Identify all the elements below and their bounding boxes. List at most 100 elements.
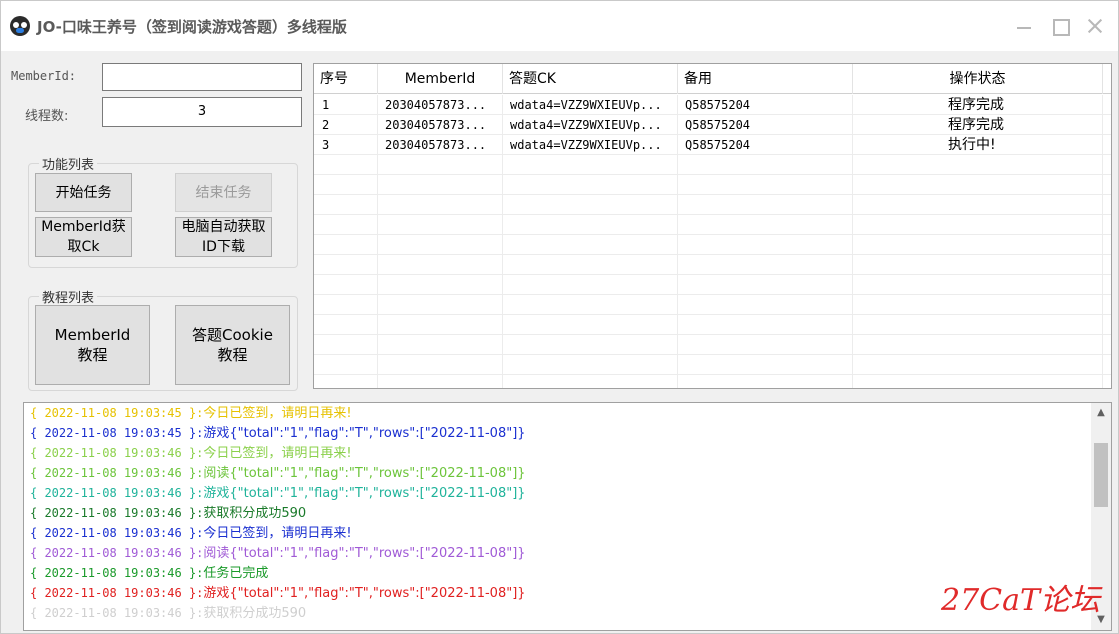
watermark: 27CaT论坛 — [941, 583, 1101, 618]
scroll-up-icon[interactable]: ▲ — [1091, 403, 1111, 423]
grid-cell-index — [314, 375, 378, 388]
function-list-title: 功能列表 — [39, 154, 98, 173]
column-header-member-id[interactable]: MemberId — [378, 64, 503, 94]
column-header-answer-ck[interactable]: 答题CK — [503, 64, 678, 94]
close-icon[interactable] — [1083, 14, 1107, 38]
table-row[interactable]: 3 20304057873... wdata4=VZZ9WXIEUVp... Q585… — [314, 135, 1111, 155]
grid-cell-index — [314, 255, 378, 275]
log-message: 获取积分成功590 — [203, 606, 307, 621]
grid-cell-answer-ck — [503, 315, 678, 335]
grid-cell-answer-ck — [503, 275, 678, 295]
grid-cell-backup — [678, 355, 853, 375]
get-ck-button[interactable]: MemberId获 取Ck — [35, 217, 132, 257]
log-message: 阅读{"total":"1","flag":"T","rows":["2022-… — [203, 546, 526, 561]
log-message: 今日已签到，请明日再来! — [203, 406, 352, 421]
grid-cell-index: 3 — [314, 135, 378, 155]
grid-cell-member-id — [378, 335, 503, 355]
log-timestamp: { 2022-11-08 19:03:45 }: — [30, 426, 204, 440]
grid-cell-index — [314, 155, 378, 175]
minimize-icon[interactable] — [1012, 14, 1036, 38]
grid-cell-member-id — [378, 215, 503, 235]
threads-label: 线程数: — [25, 109, 69, 124]
task-grid[interactable]: 序号 MemberId 答题CK 备用 操作状态 1 20304057873...… — [313, 63, 1112, 389]
threads-input[interactable]: 3 — [102, 97, 302, 127]
grid-cell-backup — [678, 335, 853, 355]
log-line: { 2022-11-08 19:03:46 }:任务已完成 — [30, 563, 1090, 583]
table-row — [314, 295, 1111, 315]
window-title: JO-口味王养号（签到阅读游戏答题）多线程版 — [37, 18, 347, 36]
log-line: { 2022-11-08 19:03:45 }:游戏{"total":"1","… — [30, 423, 1090, 443]
log-lines: { 2022-11-08 19:03:45 }:今日已签到，请明日再来!{ 20… — [30, 403, 1090, 623]
log-line: { 2022-11-08 19:03:46 }:游戏{"total":"1","… — [30, 483, 1090, 503]
grid-cell-index — [314, 295, 378, 315]
log-line: { 2022-11-08 19:03:46 }:获取积分成功590 — [30, 503, 1090, 523]
grid-cell-answer-ck — [503, 335, 678, 355]
log-timestamp: { 2022-11-08 19:03:46 }: — [30, 446, 204, 460]
table-row[interactable]: 2 20304057873... wdata4=VZZ9WXIEUVp... Q585… — [314, 115, 1111, 135]
log-message: 任务已完成 — [203, 566, 269, 581]
grid-cell-backup — [678, 375, 853, 388]
log-line: { 2022-11-08 19:03:46 }:阅读{"total":"1","… — [30, 463, 1090, 483]
grid-cell-backup: Q58575204 — [678, 95, 853, 115]
grid-cell-status: 程序完成 — [853, 95, 1103, 115]
table-row — [314, 195, 1111, 215]
grid-cell-backup — [678, 295, 853, 315]
cookie-tutorial-button[interactable]: 答题Cookie 教程 — [175, 305, 290, 385]
table-row — [314, 355, 1111, 375]
log-message: 今日已签到，请明日再来! — [203, 446, 352, 461]
grid-cell-index: 1 — [314, 95, 378, 115]
app-window: JO-口味王养号（签到阅读游戏答题）多线程版 MemberId: 线程数: 3 … — [0, 0, 1119, 634]
start-task-button[interactable]: 开始任务 — [35, 173, 132, 212]
grid-cell-status — [853, 315, 1103, 335]
member-id-tutorial-button[interactable]: MemberId 教程 — [35, 305, 150, 385]
grid-cell-member-id — [378, 375, 503, 388]
grid-cell-answer-ck: wdata4=VZZ9WXIEUVp... — [503, 115, 678, 135]
grid-cell-answer-ck: wdata4=VZZ9WXIEUVp... — [503, 95, 678, 115]
column-header-index[interactable]: 序号 — [314, 64, 378, 94]
grid-cell-index — [314, 175, 378, 195]
log-line: { 2022-11-08 19:03:46 }:今日已签到，请明日再来! — [30, 523, 1090, 543]
grid-cell-answer-ck — [503, 215, 678, 235]
grid-cell-status — [853, 355, 1103, 375]
table-row — [314, 375, 1111, 388]
grid-cell-answer-ck — [503, 255, 678, 275]
log-timestamp: { 2022-11-08 19:03:46 }: — [30, 586, 204, 600]
member-id-input[interactable] — [102, 63, 302, 91]
grid-cell-backup — [678, 315, 853, 335]
column-header-backup[interactable]: 备用 — [678, 64, 853, 94]
grid-cell-backup: Q58575204 — [678, 115, 853, 135]
log-timestamp: { 2022-11-08 19:03:46 }: — [30, 466, 204, 480]
log-message: 阅读{"total":"1","flag":"T","rows":["2022-… — [203, 466, 526, 481]
grid-cell-index — [314, 215, 378, 235]
grid-cell-status — [853, 275, 1103, 295]
grid-cell-member-id — [378, 195, 503, 215]
grid-cell-backup — [678, 235, 853, 255]
grid-cell-status — [853, 155, 1103, 175]
scroll-thumb[interactable] — [1094, 443, 1108, 507]
grid-cell-status: 程序完成 — [853, 115, 1103, 135]
grid-cell-answer-ck — [503, 155, 678, 175]
grid-cell-backup — [678, 175, 853, 195]
grid-cell-answer-ck — [503, 175, 678, 195]
auto-get-id-button[interactable]: 电脑自动获取 ID下载 — [175, 217, 272, 257]
grid-cell-status — [853, 375, 1103, 388]
grid-cell-backup — [678, 275, 853, 295]
grid-cell-member-id: 20304057873... — [378, 135, 503, 155]
column-header-status[interactable]: 操作状态 — [853, 64, 1103, 94]
grid-cell-status — [853, 255, 1103, 275]
stop-task-button[interactable]: 结束任务 — [175, 173, 272, 212]
maximize-icon[interactable] — [1048, 14, 1072, 38]
tutorial-list-title: 教程列表 — [39, 287, 98, 306]
table-row — [314, 235, 1111, 255]
log-timestamp: { 2022-11-08 19:03:46 }: — [30, 526, 204, 540]
grid-cell-backup — [678, 195, 853, 215]
grid-cell-status — [853, 215, 1103, 235]
grid-cell-member-id — [378, 275, 503, 295]
grid-cell-index — [314, 275, 378, 295]
log-timestamp: { 2022-11-08 19:03:46 }: — [30, 546, 204, 560]
log-line: { 2022-11-08 19:03:45 }:今日已签到，请明日再来! — [30, 403, 1090, 423]
grid-cell-status — [853, 235, 1103, 255]
grid-cell-index — [314, 355, 378, 375]
table-row[interactable]: 1 20304057873... wdata4=VZZ9WXIEUVp... Q585… — [314, 95, 1111, 115]
grid-cell-member-id — [378, 315, 503, 335]
